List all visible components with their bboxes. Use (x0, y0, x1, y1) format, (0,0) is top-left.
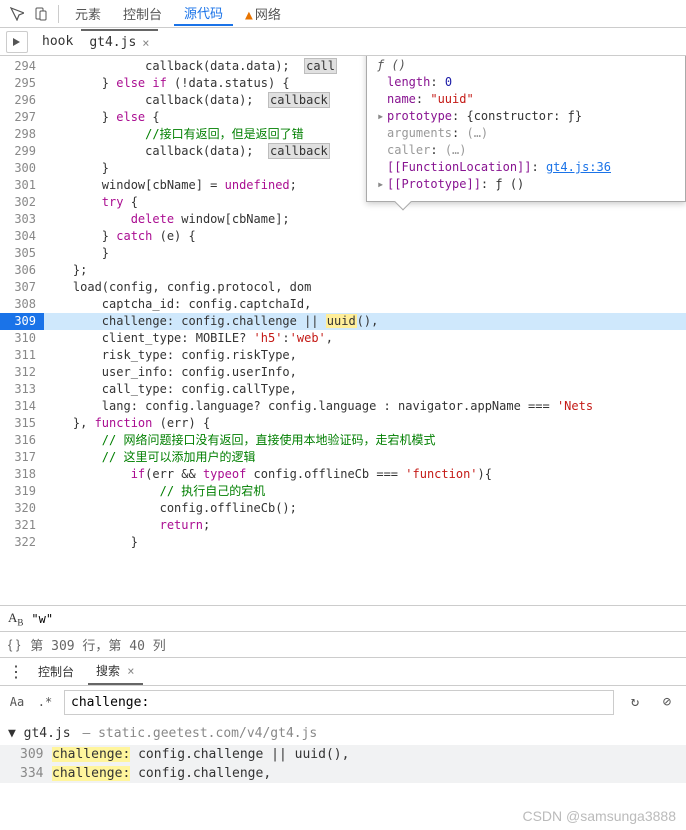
code-line[interactable]: load(config, config.protocol, dom (44, 279, 686, 296)
line-number[interactable]: 319 (0, 483, 44, 500)
tab-network[interactable]: ▲网络 (235, 2, 291, 25)
drawer-tab-search[interactable]: 搜索 × (88, 658, 142, 685)
line-number[interactable]: 313 (0, 381, 44, 398)
sources-tabbar: hook gt4.js × (0, 28, 686, 56)
value-tooltip[interactable]: ƒ () length: 0name: "uuid"▸prototype: {c… (366, 56, 686, 202)
line-number[interactable]: 315 (0, 415, 44, 432)
tooltip-row[interactable]: ▸prototype: {constructor: ƒ} (377, 108, 675, 125)
result-file[interactable]: ▼ gt4.js — static.geetest.com/v4/gt4.js (0, 722, 686, 745)
resume-icon[interactable] (6, 31, 28, 53)
code-line[interactable]: challenge: config.challenge || uuid(), (44, 313, 686, 330)
line-number[interactable]: 304 (0, 228, 44, 245)
code-line[interactable]: } (44, 245, 686, 262)
code-line[interactable]: risk_type: config.riskType, (44, 347, 686, 364)
search-drawer: ⋮ 控制台 搜索 × Aa .* ↻ ⊘ ▼ gt4.js — static.g… (0, 658, 686, 787)
line-number[interactable]: 302 (0, 194, 44, 211)
line-number[interactable]: 318 (0, 466, 44, 483)
code-line[interactable]: } (44, 534, 686, 551)
line-number[interactable]: 308 (0, 296, 44, 313)
line-number[interactable]: 320 (0, 500, 44, 517)
tab-sources[interactable]: 源代码 (174, 1, 233, 26)
devtools-toolbar: 元素 控制台 源代码 ▲网络 (0, 0, 686, 28)
code-line[interactable]: }; (44, 262, 686, 279)
watermark: CSDN @samsunga3888 (522, 808, 676, 824)
cursor-info-row: { } 第 309 行，第 40 列 (0, 632, 686, 658)
cursor-position: 第 309 行，第 40 列 (30, 635, 165, 654)
close-icon[interactable]: × (127, 664, 134, 678)
tab-elements[interactable]: 元素 (65, 2, 111, 25)
code-line[interactable]: user_info: config.userInfo, (44, 364, 686, 381)
line-number[interactable]: 306 (0, 262, 44, 279)
line-number[interactable]: 312 (0, 364, 44, 381)
line-number[interactable]: 296 (0, 92, 44, 109)
tooltip-header: ƒ () (377, 57, 675, 74)
search-results: ▼ gt4.js — static.geetest.com/v4/gt4.js … (0, 718, 686, 787)
line-number[interactable]: 316 (0, 432, 44, 449)
snippets-icon[interactable]: AB (8, 610, 23, 628)
line-number[interactable]: 314 (0, 398, 44, 415)
device-icon[interactable] (30, 3, 52, 25)
code-line[interactable]: captcha_id: config.captchaId, (44, 296, 686, 313)
braces-icon[interactable]: { } (8, 637, 20, 652)
search-result-line[interactable]: 309challenge: config.challenge || uuid()… (0, 745, 686, 764)
code-line[interactable]: call_type: config.callType, (44, 381, 686, 398)
inspect-icon[interactable] (6, 3, 28, 25)
code-line[interactable]: lang: config.language? config.language :… (44, 398, 686, 415)
line-number[interactable]: 294 (0, 58, 44, 75)
line-number[interactable]: 309 (0, 313, 44, 330)
line-number[interactable]: 305 (0, 245, 44, 262)
tooltip-row[interactable]: ▸[[Prototype]]: ƒ () (377, 176, 675, 193)
code-line[interactable]: }, function (err) { (44, 415, 686, 432)
search-input[interactable] (64, 690, 614, 715)
code-editor[interactable]: 2942952962972982993003013023033043053063… (0, 56, 686, 606)
code-line[interactable]: delete window[cbName]; (44, 211, 686, 228)
tooltip-row[interactable]: caller: (…) (377, 142, 675, 159)
match-case-icon[interactable]: Aa (8, 695, 26, 709)
code-line[interactable]: // 网络问题接口没有返回，直接使用本地验证码，走宕机模式 (44, 432, 686, 449)
line-number[interactable]: 297 (0, 109, 44, 126)
drawer-tab-console[interactable]: 控制台 (30, 659, 82, 684)
file-tab-label: gt4.js (89, 35, 136, 50)
tooltip-row[interactable]: name: "uuid" (377, 91, 675, 108)
line-number[interactable]: 311 (0, 347, 44, 364)
tooltip-row[interactable]: arguments: (…) (377, 125, 675, 142)
code-line[interactable]: } catch (e) { (44, 228, 686, 245)
line-number[interactable]: 298 (0, 126, 44, 143)
clear-icon[interactable]: ⊘ (656, 694, 678, 710)
code-line[interactable]: // 执行自己的宕机 (44, 483, 686, 500)
line-number[interactable]: 310 (0, 330, 44, 347)
breadcrumb[interactable]: hook (34, 30, 81, 53)
line-number[interactable]: 322 (0, 534, 44, 551)
code-line[interactable]: client_type: MOBILE? 'h5':'web', (44, 330, 686, 347)
line-number[interactable]: 307 (0, 279, 44, 296)
line-number[interactable]: 299 (0, 143, 44, 160)
code-line[interactable]: return; (44, 517, 686, 534)
tooltip-row[interactable]: length: 0 (377, 74, 675, 91)
code-line[interactable]: if(err && typeof config.offlineCb === 'f… (44, 466, 686, 483)
quick-eval-row: AB (0, 606, 686, 632)
refresh-icon[interactable]: ↻ (624, 694, 646, 710)
file-tab-active[interactable]: gt4.js × (81, 29, 157, 54)
line-number[interactable]: 301 (0, 177, 44, 194)
line-number[interactable]: 295 (0, 75, 44, 92)
tab-console[interactable]: 控制台 (113, 2, 172, 25)
drawer-menu-icon[interactable]: ⋮ (8, 662, 24, 681)
code-line[interactable]: config.offlineCb(); (44, 500, 686, 517)
line-number[interactable]: 321 (0, 517, 44, 534)
line-number[interactable]: 303 (0, 211, 44, 228)
code-line[interactable]: // 这里可以添加用户的逻辑 (44, 449, 686, 466)
search-result-line[interactable]: 334challenge: config.challenge, (0, 764, 686, 783)
close-icon[interactable]: × (142, 36, 149, 50)
line-number[interactable]: 300 (0, 160, 44, 177)
regex-icon[interactable]: .* (36, 695, 54, 709)
line-number[interactable]: 317 (0, 449, 44, 466)
tooltip-row[interactable]: [[FunctionLocation]]: gt4.js:36 (377, 159, 675, 176)
eval-input[interactable] (31, 612, 678, 626)
